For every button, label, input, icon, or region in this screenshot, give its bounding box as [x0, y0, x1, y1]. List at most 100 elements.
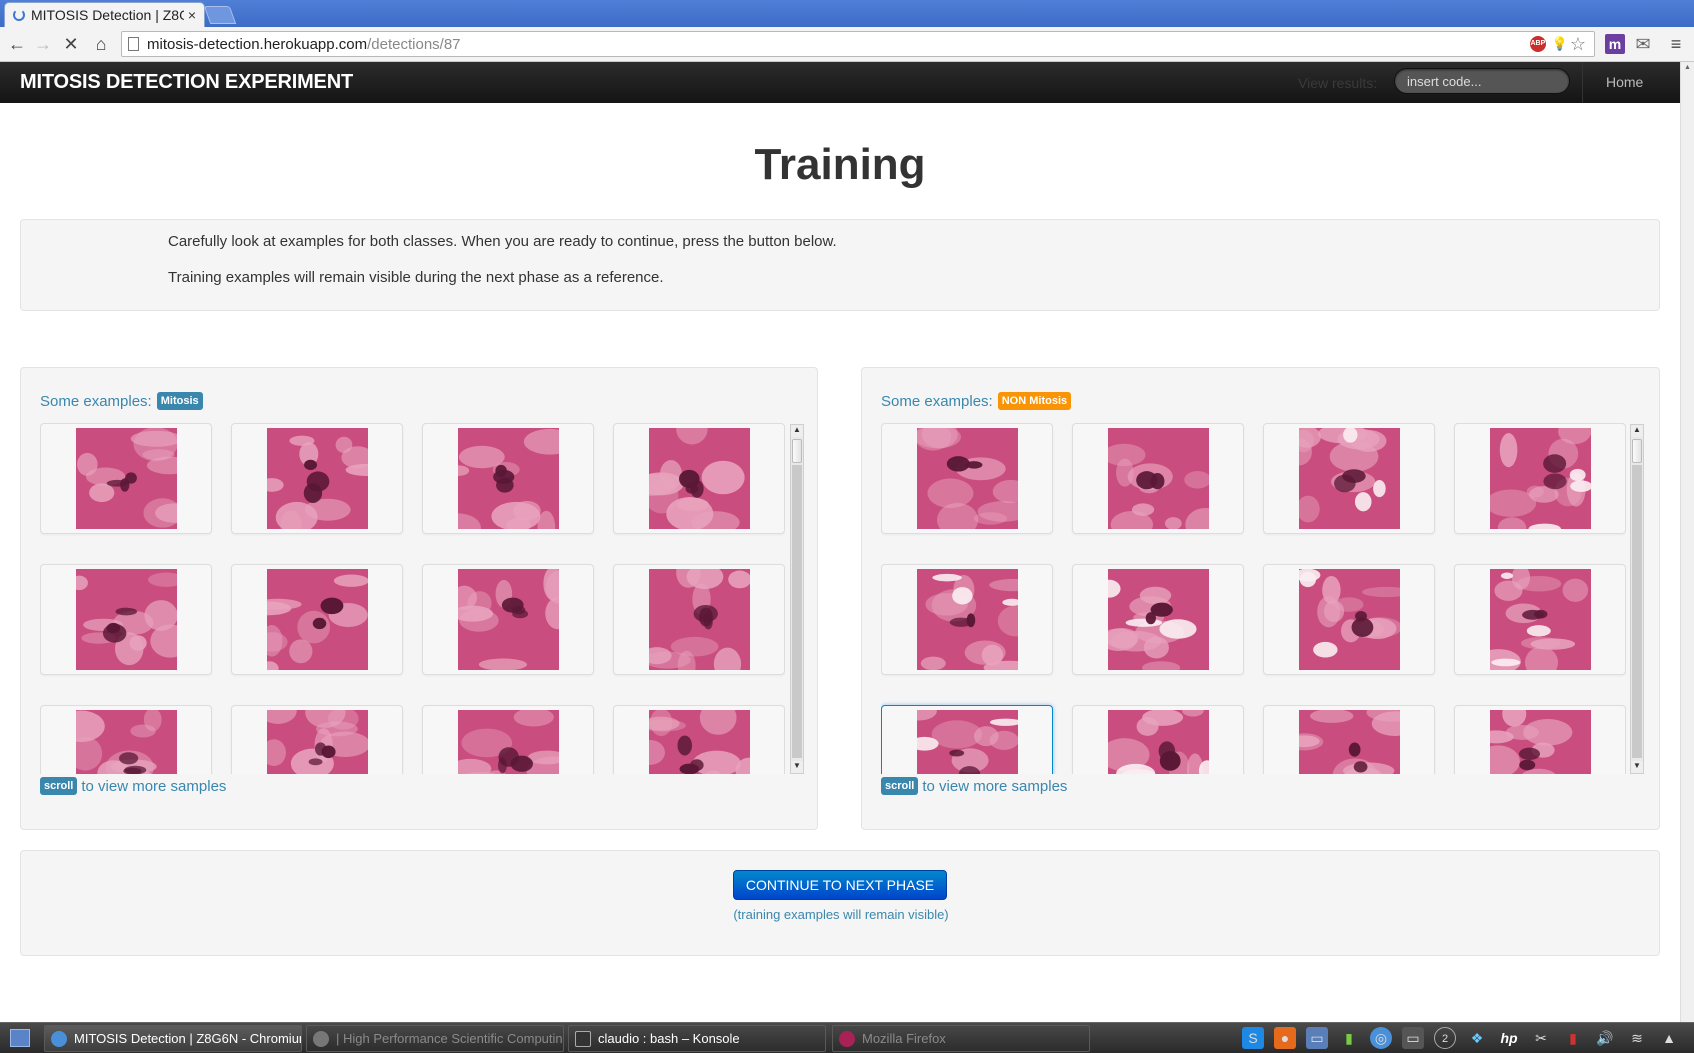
page-icon — [128, 37, 139, 51]
new-tab-button[interactable] — [203, 6, 237, 24]
sample-thumbnail[interactable] — [1263, 423, 1435, 534]
taskbar-item-chromium[interactable]: MITOSIS Detection | Z8G6N - Chromium — [44, 1025, 302, 1052]
home-icon[interactable]: ⌂ — [89, 32, 113, 56]
chrome-tray-icon[interactable]: ◎ — [1370, 1027, 1392, 1049]
scrollbar-track[interactable] — [792, 465, 802, 758]
skype-icon[interactable]: S — [1242, 1027, 1264, 1049]
tissue-sample-image — [1489, 710, 1591, 774]
taskbar-item-hpc[interactable]: | High Performance Scientific Computin — [306, 1025, 564, 1052]
stop-loading-icon[interactable]: ✕ — [59, 32, 83, 56]
firefox-tray-icon[interactable]: ● — [1274, 1027, 1296, 1049]
tissue-sample-image — [75, 428, 177, 529]
sample-thumbnail[interactable] — [1263, 705, 1435, 774]
address-bar[interactable]: mitosis-detection.herokuapp.com /detecti… — [121, 31, 1595, 57]
sample-thumbnail[interactable] — [613, 423, 785, 534]
tissue-sample-image — [1489, 428, 1591, 529]
home-link[interactable]: Home — [1606, 74, 1643, 90]
sample-thumbnail[interactable] — [1454, 705, 1626, 774]
display-icon[interactable]: ▭ — [1402, 1027, 1424, 1049]
continue-to-next-phase-button[interactable]: CONTINUE TO NEXT PHASE — [733, 870, 947, 900]
insert-code-input[interactable] — [1394, 68, 1570, 94]
sample-thumbnail[interactable] — [422, 564, 594, 675]
close-tab-icon[interactable]: × — [188, 7, 196, 23]
lightbulb-icon[interactable]: 💡 — [1552, 36, 1568, 52]
app-launcher-icon[interactable] — [10, 1029, 30, 1047]
tissue-sample-image — [916, 569, 1018, 670]
sample-thumbnail[interactable] — [40, 423, 212, 534]
nav-divider — [1582, 62, 1583, 103]
sample-thumbnail[interactable] — [1454, 564, 1626, 675]
sample-thumbnail[interactable] — [613, 564, 785, 675]
sample-thumbnail[interactable] — [881, 564, 1053, 675]
scrollbar-track[interactable] — [1632, 465, 1642, 758]
scissors-icon[interactable]: ✂ — [1530, 1027, 1552, 1049]
scrollbar-thumb[interactable] — [792, 439, 802, 463]
instruction-text: Carefully look at examples for both clas… — [168, 233, 837, 250]
adblock-icon[interactable]: ABP — [1529, 36, 1546, 52]
thumbnail-scroll-area[interactable] — [881, 423, 1626, 774]
tissue-sample-image — [1489, 569, 1591, 670]
volume-icon[interactable]: 🔊 — [1594, 1027, 1616, 1049]
sample-thumbnail[interactable] — [231, 705, 403, 774]
scroll-up-icon[interactable]: ▲ — [1631, 425, 1643, 437]
tissue-sample-image — [648, 428, 750, 529]
taskbar-item-firefox[interactable]: Mozilla Firefox — [832, 1025, 1090, 1052]
browser-toolbar: ← → ✕ ⌂ mitosis-detection.herokuapp.com … — [0, 27, 1694, 62]
url-path: /detections/87 — [367, 35, 461, 53]
thumbnail-scroll-area[interactable] — [40, 423, 785, 774]
tissue-sample-image — [457, 428, 559, 529]
scroll-up-arrow-icon[interactable]: ▲ — [1684, 64, 1691, 71]
tissue-sample-image — [916, 428, 1018, 529]
mail-checker-icon[interactable]: ✉ — [1633, 34, 1653, 54]
scrollbar-thumb[interactable] — [1632, 439, 1642, 463]
browser-tab-active[interactable]: MITOSIS Detection | Z8G6N × — [4, 2, 205, 27]
taskbar-item-label: MITOSIS Detection | Z8G6N - Chromium — [74, 1031, 302, 1046]
sample-thumbnail[interactable] — [422, 705, 594, 774]
scroll-up-icon[interactable]: ▲ — [791, 425, 803, 437]
sample-thumbnail[interactable] — [40, 705, 212, 774]
window-icon[interactable]: ▭ — [1306, 1027, 1328, 1049]
tissue-sample-image — [1298, 569, 1400, 670]
sample-thumbnail[interactable] — [231, 423, 403, 534]
url-host: mitosis-detection.herokuapp.com — [147, 35, 368, 53]
thumbnail-scrollbar[interactable]: ▲ ▼ — [1630, 424, 1644, 774]
page-title: Training — [754, 140, 926, 189]
bookmark-star-icon[interactable]: ☆ — [1570, 35, 1586, 53]
dropbox-icon[interactable]: ❖ — [1466, 1027, 1488, 1049]
tray-expand-icon[interactable]: ▲ — [1658, 1027, 1680, 1049]
browser-menu-icon[interactable]: ≡ — [1666, 34, 1686, 54]
view-results-label: View results: — [1298, 75, 1378, 91]
sample-thumbnail[interactable] — [1263, 564, 1435, 675]
back-arrow-icon[interactable]: ← — [5, 32, 29, 56]
wifi-icon[interactable]: ≋ — [1626, 1027, 1648, 1049]
scroll-down-icon[interactable]: ▼ — [1631, 761, 1643, 773]
browser-tabstrip: MITOSIS Detection | Z8G6N × — [0, 0, 1694, 27]
thumbnail-scrollbar[interactable]: ▲ ▼ — [790, 424, 804, 774]
forward-arrow-icon[interactable]: → — [31, 32, 55, 56]
desktop-pager-badge[interactable]: 2 — [1434, 1027, 1456, 1049]
taskbar-item-konsole[interactable]: claudio : bash – Konsole — [568, 1025, 826, 1052]
sample-thumbnail[interactable] — [881, 705, 1053, 774]
monitor-icon[interactable]: ▮ — [1338, 1027, 1360, 1049]
extension-m-icon[interactable]: m — [1605, 34, 1625, 54]
hp-icon[interactable]: hp — [1498, 1027, 1520, 1049]
battery-icon[interactable]: ▮ — [1562, 1027, 1584, 1049]
sample-thumbnail[interactable] — [1072, 564, 1244, 675]
taskbar-item-label: | High Performance Scientific Computin — [336, 1031, 563, 1046]
scroll-down-icon[interactable]: ▼ — [791, 761, 803, 773]
sample-thumbnail[interactable] — [231, 564, 403, 675]
sample-thumbnail[interactable] — [40, 564, 212, 675]
non-mitosis-badge: NON Mitosis — [997, 392, 1072, 410]
instruction-text: Training examples will remain visible du… — [168, 269, 664, 286]
sample-thumbnail[interactable] — [1072, 423, 1244, 534]
sample-thumbnail[interactable] — [881, 423, 1053, 534]
sample-thumbnail[interactable] — [1454, 423, 1626, 534]
sample-thumbnail[interactable] — [422, 423, 594, 534]
scroll-hint: scroll to view more samples — [881, 777, 1067, 795]
page-scrollbar[interactable]: ▲ — [1680, 62, 1694, 1022]
site-brand[interactable]: MITOSIS DETECTION EXPERIMENT — [20, 71, 353, 94]
tissue-sample-image — [648, 710, 750, 774]
sample-thumbnail[interactable] — [613, 705, 785, 774]
sample-thumbnail[interactable] — [1072, 705, 1244, 774]
firefox-icon — [839, 1030, 855, 1047]
